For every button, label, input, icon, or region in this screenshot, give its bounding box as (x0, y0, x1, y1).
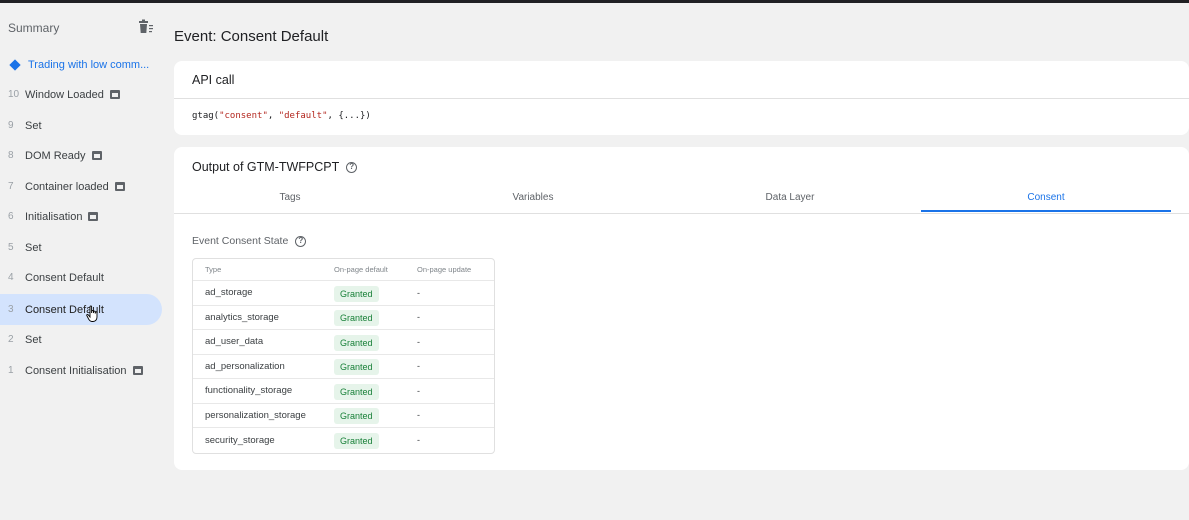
status-badge: Granted (334, 408, 379, 425)
api-call-heading: API call (174, 61, 1189, 99)
sidebar-item-set-5[interactable]: 5 Set (0, 232, 162, 263)
consent-state-title: Event Consent State (192, 235, 289, 247)
sidebar-item-initialisation[interactable]: 6 Initialisation (0, 201, 162, 232)
help-icon[interactable]: ? (346, 161, 358, 173)
sidebar-header: Summary (8, 19, 158, 37)
tab-variables[interactable]: Variables (408, 187, 658, 214)
output-card: Output of GTM-TWFPCPT ? Tags Variables D… (174, 147, 1189, 470)
tag-fired-icon (132, 366, 143, 375)
table-row: security_storage Granted - (193, 428, 494, 453)
consent-type: ad_storage (205, 287, 253, 299)
status-badge: Granted (334, 285, 379, 302)
consent-update: - (417, 361, 420, 372)
sidebar-item-label: Initialisation (25, 210, 83, 223)
consent-update: - (417, 287, 420, 298)
sidebar-item-label: Set (25, 119, 42, 132)
api-call-code: gtag("consent", "default", {...}) (174, 99, 1189, 121)
sidebar-item-consent-default-4[interactable]: 4 Consent Default (0, 262, 162, 293)
consent-type: ad_user_data (205, 336, 264, 348)
sidebar-item-label: Window Loaded (25, 88, 104, 101)
tag-fired-icon (91, 151, 102, 160)
active-tab-indicator (921, 210, 1171, 212)
status-badge: Granted (334, 334, 379, 351)
code-arg-consent: "consent" (219, 111, 268, 121)
table-row: ad_personalization Granted - (193, 355, 494, 379)
column-header-default: On-page default (334, 265, 388, 274)
table-header-row: Type On-page default On-page update (193, 259, 494, 281)
sidebar-item-label: Consent Initialisation (25, 364, 127, 377)
table-row: personalization_storage Granted - (193, 404, 494, 428)
sidebar-item-label: Consent Default (25, 271, 104, 284)
api-call-card: API call gtag("consent", "default", {...… (174, 61, 1189, 135)
sidebar-item-label: Set (25, 333, 42, 346)
status-badge: Granted (334, 310, 379, 327)
sidebar-item-set-9[interactable]: 9 Set (0, 110, 162, 141)
sidebar-item-consent-default-3[interactable]: 3 Consent Default (0, 294, 162, 325)
consent-update: - (417, 435, 420, 446)
sidebar-item-label: DOM Ready (25, 149, 86, 162)
column-header-type: Type (205, 265, 222, 274)
output-heading-text: Output of GTM-TWFPCPT (192, 160, 340, 174)
column-header-update: On-page update (417, 265, 472, 274)
sidebar-item-number: 10 (8, 89, 20, 100)
clear-list-icon[interactable] (138, 19, 154, 35)
consent-update: - (417, 410, 420, 421)
sidebar-item-number: 4 (8, 272, 14, 283)
sidebar-item-number: 1 (8, 365, 14, 376)
consent-type: ad_personalization (205, 360, 285, 372)
sidebar-item-label: Trading with low comm... (28, 58, 150, 71)
table-row: analytics_storage Granted - (193, 306, 494, 330)
sidebar-item-number: 8 (8, 150, 14, 161)
sidebar-item-number: 5 (8, 242, 14, 253)
sidebar-item-label: Set (25, 241, 42, 254)
code-sep: , (267, 111, 279, 121)
consent-type: analytics_storage (205, 311, 279, 323)
sidebar-item-number: 9 (8, 120, 14, 131)
output-heading: Output of GTM-TWFPCPT ? (192, 160, 358, 174)
sidebar-item-number: 3 (8, 304, 14, 315)
status-badge: Granted (334, 433, 379, 450)
tab-tags[interactable]: Tags (165, 187, 415, 214)
code-fn: gtag( (192, 111, 220, 121)
sidebar-item-consent-initialisation[interactable]: 1 Consent Initialisation (0, 355, 162, 386)
table-row: ad_storage Granted - (193, 281, 494, 306)
consent-type: security_storage (205, 434, 275, 446)
consent-type: personalization_storage (205, 409, 306, 421)
sidebar-item-number: 2 (8, 334, 14, 345)
sidebar-item-number: 6 (8, 211, 14, 222)
table-row: functionality_storage Granted - (193, 379, 494, 404)
consent-update: - (417, 385, 420, 396)
help-icon[interactable]: ? (295, 235, 307, 247)
top-bar (0, 0, 1189, 3)
consent-type: functionality_storage (205, 385, 293, 397)
sidebar-item-dom-ready[interactable]: 8 DOM Ready (0, 140, 162, 171)
sidebar-item-window-loaded[interactable]: 10 Window Loaded (0, 79, 162, 110)
consent-table: Type On-page default On-page update ad_s… (192, 258, 495, 454)
tag-fired-icon (114, 182, 125, 191)
sidebar-item-set-2[interactable]: 2 Set (0, 324, 162, 355)
status-badge: Granted (334, 359, 379, 376)
summary-link[interactable]: Summary (8, 21, 59, 35)
code-arg-default: "default" (278, 111, 328, 121)
consent-update: - (417, 312, 420, 323)
tag-fired-icon (109, 90, 120, 99)
diamond-icon (9, 58, 21, 71)
tag-fired-icon (88, 212, 99, 221)
sidebar-current-page[interactable]: Trading with low comm... (0, 49, 162, 80)
consent-state-heading: Event Consent State ? (192, 235, 307, 247)
table-row: ad_user_data Granted - (193, 330, 494, 355)
sidebar-item-label: Container loaded (25, 180, 109, 193)
tab-data-layer[interactable]: Data Layer (665, 187, 915, 214)
hand-cursor-icon (86, 305, 98, 322)
page-title: Event: Consent Default (174, 28, 329, 45)
event-sidebar: Summary Trading with low comm... 10 Wind… (0, 3, 165, 520)
output-tabs: Tags Variables Data Layer Consent (174, 187, 1189, 214)
consent-update: - (417, 336, 420, 347)
sidebar-item-container-loaded[interactable]: 7 Container loaded (0, 171, 162, 202)
sidebar-item-number: 7 (8, 181, 14, 192)
code-rest: , {...}) (327, 111, 371, 121)
status-badge: Granted (334, 383, 379, 400)
